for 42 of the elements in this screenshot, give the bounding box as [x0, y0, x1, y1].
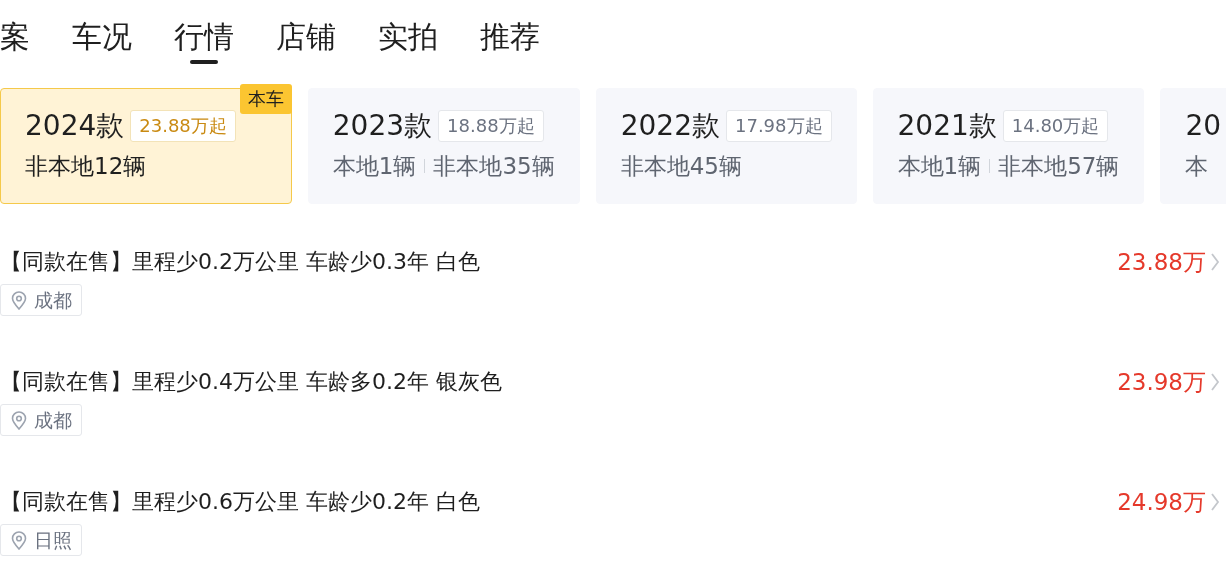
- listing-count: 非本地45辆: [620, 152, 742, 181]
- city-name: 成都: [34, 407, 72, 433]
- location-pin-icon: [10, 410, 28, 430]
- listing-count: 非本地12辆: [25, 152, 147, 181]
- starting-price: 23.88万起: [130, 110, 236, 142]
- listing-price: 24.98万: [1117, 488, 1206, 517]
- model-year-card[interactable]: 2021款 14.80万起 本地1辆 非本地57辆: [872, 88, 1145, 204]
- listing-count: 本地1辆: [332, 152, 417, 181]
- current-car-badge: 本车: [239, 84, 292, 114]
- listing-price: 23.98万: [1117, 368, 1206, 397]
- listing-count: 非本地35辆: [433, 152, 555, 181]
- model-year: 2021款: [897, 108, 997, 144]
- listing-title[interactable]: 【同款在售】里程少0.4万公里 车龄多0.2年 银灰色: [0, 360, 502, 404]
- chevron-right-icon: [1210, 252, 1220, 272]
- tab[interactable]: 车况: [72, 16, 132, 64]
- listing-count: 非本地57辆: [998, 152, 1120, 181]
- chevron-right-icon: [1210, 372, 1220, 392]
- tab[interactable]: 店铺: [276, 16, 336, 64]
- model-year-card[interactable]: 20 本: [1160, 88, 1226, 204]
- listing-price: 23.88万: [1117, 248, 1206, 277]
- tab[interactable]: 行情: [174, 16, 234, 64]
- model-year: 20: [1185, 108, 1222, 144]
- tab[interactable]: 实拍: [378, 16, 438, 64]
- listing-title[interactable]: 【同款在售】里程少0.6万公里 车龄少0.2年 白色: [0, 480, 480, 524]
- model-year: 2022款: [620, 108, 720, 144]
- starting-price: 17.98万起: [726, 110, 832, 142]
- location-pin-icon: [10, 290, 28, 310]
- starting-price: 14.80万起: [1002, 110, 1109, 142]
- chevron-right-icon: [1210, 492, 1220, 512]
- listing-count: 本地1辆: [897, 152, 982, 181]
- city-name: 成都: [34, 287, 72, 313]
- model-year-card[interactable]: 2023款 18.88万起 本地1辆 非本地35辆: [307, 88, 580, 204]
- city-name: 日照: [34, 527, 72, 553]
- tab[interactable]: 推荐: [480, 16, 540, 64]
- listing-count: 本: [1185, 152, 1209, 181]
- tab[interactable]: 案: [0, 16, 30, 64]
- starting-price: 18.88万起: [438, 110, 544, 142]
- model-year: 2024款: [25, 108, 125, 144]
- listing-title[interactable]: 【同款在售】里程少0.2万公里 车龄少0.3年 白色: [0, 240, 480, 284]
- location-pin-icon: [10, 530, 28, 550]
- model-year-card[interactable]: 2022款 17.98万起 非本地45辆: [595, 88, 857, 204]
- model-year: 2023款: [332, 108, 433, 144]
